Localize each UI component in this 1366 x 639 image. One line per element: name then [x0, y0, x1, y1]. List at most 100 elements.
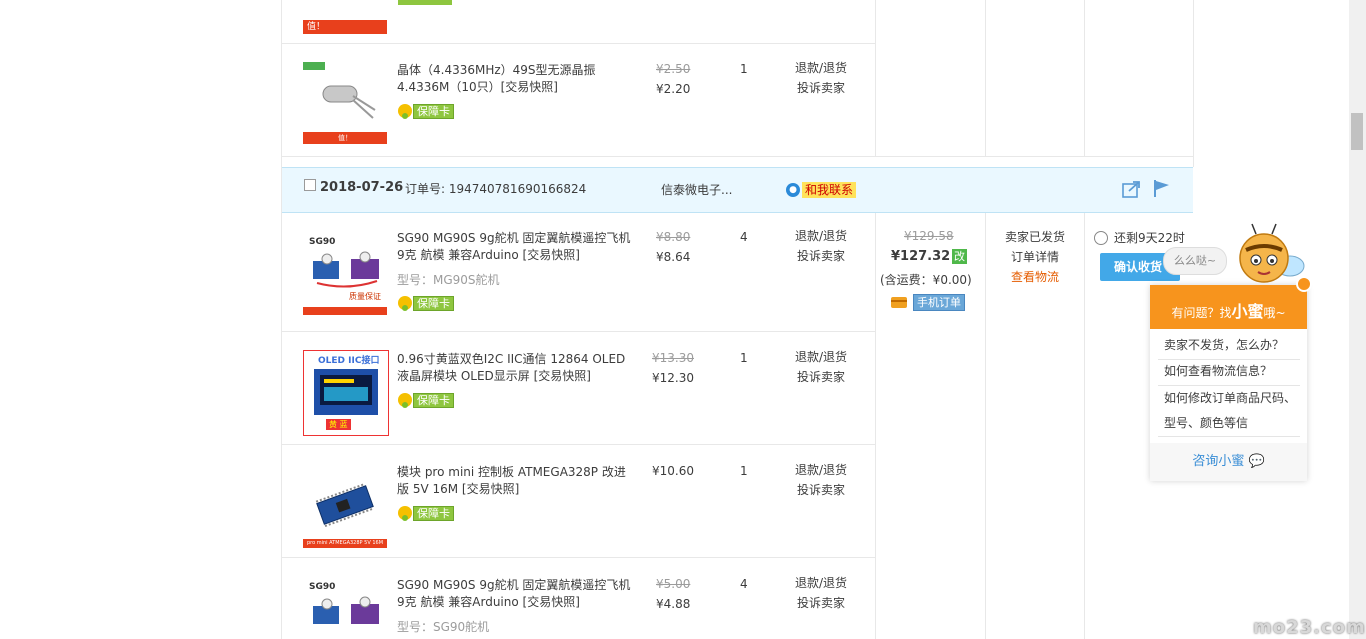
refund-link[interactable]: 退款/退货	[786, 573, 856, 593]
mobile-order-tag: 手机订单	[891, 294, 965, 311]
thumb-banner: pro mini ATMEGA328P 5V 16M	[303, 539, 387, 548]
help-question-link[interactable]: 卖家不发货，怎么办？	[1164, 333, 1300, 358]
shop-name-link[interactable]: 信泰微电子...	[661, 181, 732, 198]
servo-image-icon	[313, 596, 379, 624]
order-status: 卖家已发货 订单详情 查看物流	[985, 227, 1085, 287]
watermark: mo23.com	[1253, 617, 1366, 638]
price-modified-tag: 改	[952, 249, 967, 264]
thumb-label: SG90	[309, 237, 336, 247]
chat-bubble-icon: 💬	[1248, 454, 1265, 469]
vertical-scrollbar[interactable]	[1349, 0, 1366, 639]
bee-mascot-icon[interactable]	[1232, 222, 1312, 296]
row-divider	[282, 331, 875, 332]
product-thumbnail-oled[interactable]: OLED IIC接口 黄 蓝	[303, 350, 389, 436]
product-title-link[interactable]: 模块 pro mini 控制板 ATMEGA328P 改进版 5V 16M [交…	[397, 464, 637, 498]
order-original-total: ¥129.58	[904, 229, 954, 243]
product-spec: 型号：MG90S舵机	[397, 273, 500, 287]
item-actions: 退款/退货 投诉卖家	[786, 58, 856, 98]
item-actions: 退款/退货 投诉卖家	[786, 347, 856, 387]
consult-button[interactable]: 咨询小蜜 💬	[1150, 443, 1307, 481]
divider	[1158, 436, 1300, 437]
thumb-banner	[303, 307, 387, 315]
original-price: ¥2.50	[656, 62, 691, 76]
guarantee-badge[interactable]: 保障卡	[398, 103, 454, 119]
complain-link[interactable]: 投诉卖家	[786, 246, 856, 266]
help-question-link[interactable]: 如何修改订单商品尺码、型号、颜色等信	[1164, 386, 1300, 436]
original-price: ¥5.00	[656, 577, 691, 591]
guarantee-badge[interactable]: 保障卡	[398, 392, 454, 408]
product-title-link[interactable]: 0.96寸黄蓝双色I2C IIC通信 12864 OLED液晶屏模块 OLED显…	[397, 351, 637, 385]
order-bottom-border	[282, 156, 1193, 157]
row-divider	[282, 43, 875, 44]
guarantee-icon	[398, 104, 412, 119]
refund-link[interactable]: 退款/退货	[786, 226, 856, 246]
share-icon[interactable]	[1122, 180, 1142, 198]
row-divider	[282, 444, 875, 445]
guarantee-badge[interactable]: 保障卡	[398, 505, 454, 521]
quantity: 1	[740, 351, 748, 365]
guarantee-icon	[398, 393, 412, 408]
refund-link[interactable]: 退款/退货	[786, 347, 856, 367]
frame-right-border	[1193, 0, 1194, 167]
board-image-icon	[315, 482, 375, 528]
col-divider-total	[875, 0, 876, 156]
unit-price: ¥2.20	[656, 82, 691, 96]
clock-icon	[1094, 230, 1108, 245]
col-divider-action	[1084, 0, 1085, 156]
frame-left-border	[281, 0, 282, 639]
col-divider-total-2	[875, 211, 876, 639]
complain-link[interactable]: 投诉卖家	[786, 78, 856, 98]
card-icon	[891, 297, 907, 308]
remaining-time: 还剩9天22时	[1094, 229, 1185, 246]
logistics-link[interactable]: 查看物流	[985, 267, 1085, 287]
thumb-banner: 值！	[303, 132, 387, 144]
status-text: 卖家已发货	[1004, 230, 1065, 244]
product-title-link[interactable]: SG90 MG90S 9g舵机 固定翼航模遥控飞机 9克 航模 兼容Arduin…	[397, 230, 637, 264]
guarantee-icon	[398, 296, 412, 311]
refund-link[interactable]: 退款/退货	[786, 460, 856, 480]
product-thumbnail-servo[interactable]: SG90	[303, 576, 387, 639]
complain-link[interactable]: 投诉卖家	[786, 367, 856, 387]
product-title-link[interactable]: 晶体（4.4336MHz）49S型无源晶振4.4336M（10只）[交易快照]	[397, 62, 637, 96]
speech-bubble: 么么哒~	[1163, 247, 1227, 275]
chat-icon: ●	[786, 183, 800, 197]
unit-price: ¥4.88	[656, 597, 691, 611]
order-select-checkbox[interactable]	[304, 179, 316, 191]
row-divider	[282, 557, 875, 558]
refund-link[interactable]: 退款/退货	[786, 58, 856, 78]
prev-thumb-banner: 值！	[303, 20, 387, 34]
product-thumbnail-crystal[interactable]: 值！	[303, 60, 387, 144]
servo-image-icon	[313, 251, 379, 288]
guarantee-icon	[398, 506, 412, 521]
col-divider-status	[985, 0, 986, 156]
order-total: ¥127.32	[891, 249, 951, 264]
unit-price: ¥8.64	[656, 250, 691, 264]
help-question-link[interactable]: 如何查看物流信息？	[1164, 359, 1300, 384]
help-widget: 有问题？找小蜜哦~ 卖家不发货，怎么办？ 如何查看物流信息？ 如何修改订单商品尺…	[1150, 285, 1307, 481]
flag-icon[interactable]	[1152, 178, 1172, 198]
contact-seller-button[interactable]: ● 和我联系	[786, 182, 857, 198]
order-number: 订单号: 194740781690166824	[405, 182, 587, 196]
product-title-link[interactable]: SG90 MG90S 9g舵机 固定翼航模遥控飞机 9克 航模 兼容Arduin…	[397, 577, 637, 611]
original-price: ¥8.80	[656, 230, 691, 244]
oled-screen-icon	[314, 369, 378, 415]
item-actions: 退款/退货 投诉卖家	[786, 460, 856, 500]
scrollbar-thumb[interactable]	[1351, 113, 1363, 150]
thumb-label: SG90	[309, 582, 336, 592]
original-price: ¥13.30	[652, 351, 694, 365]
thumb-tag: 黄 蓝	[326, 419, 351, 430]
order-header: 2018-07-26 订单号: 194740781690166824 信泰微电子…	[282, 167, 1193, 213]
brand-logo-icon	[303, 62, 325, 70]
quantity: 4	[740, 577, 748, 591]
item-actions: 退款/退货 投诉卖家	[786, 573, 856, 613]
quantity: 1	[740, 62, 748, 76]
unit-price: ¥12.30	[652, 371, 694, 385]
product-thumbnail-promini[interactable]: pro mini ATMEGA328P 5V 16M	[303, 464, 387, 548]
guarantee-badge[interactable]: 保障卡	[398, 295, 454, 311]
quantity: 1	[740, 464, 748, 478]
complain-link[interactable]: 投诉卖家	[786, 480, 856, 500]
quantity: 4	[740, 230, 748, 244]
complain-link[interactable]: 投诉卖家	[786, 593, 856, 613]
order-detail-link[interactable]: 订单详情	[985, 247, 1085, 267]
product-thumbnail-servo[interactable]: SG90 质量保证	[303, 231, 387, 315]
